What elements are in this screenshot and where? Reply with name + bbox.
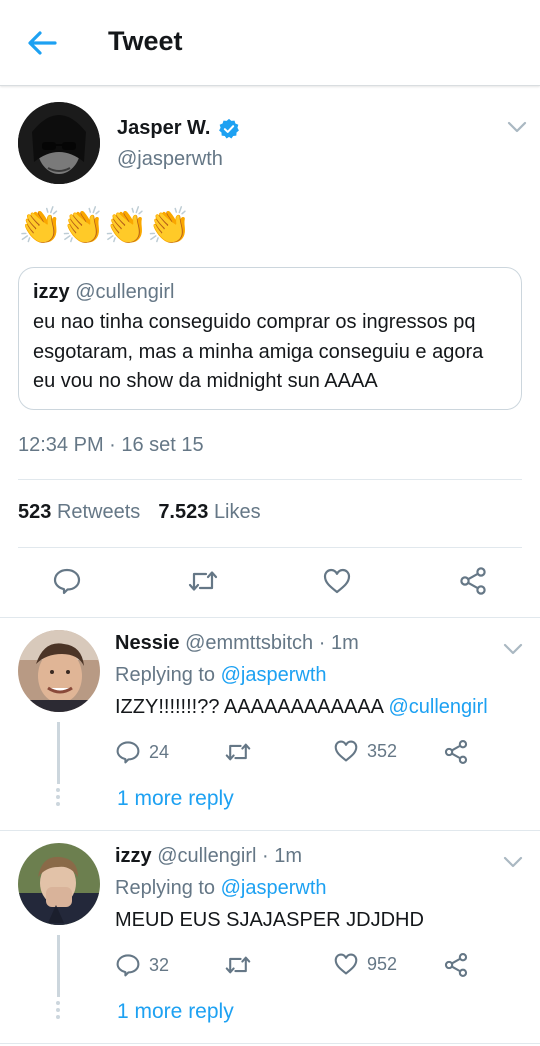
like-button[interactable]: 352 <box>333 739 397 763</box>
replying-prefix: Replying to <box>115 664 221 686</box>
reply-author-name[interactable]: izzy <box>115 845 152 867</box>
avatar[interactable] <box>18 630 100 712</box>
top-app-bar: Tweet <box>0 0 540 86</box>
divider <box>18 479 522 480</box>
reply-icon <box>53 568 81 595</box>
likes-count: 7.523 <box>158 501 209 523</box>
back-arrow-icon <box>28 31 57 55</box>
retweet-button[interactable] <box>223 739 253 765</box>
like-icon <box>334 740 358 762</box>
likes-stat[interactable]: 7.523 Likes <box>158 501 260 524</box>
share-icon <box>460 567 486 595</box>
reply-count: 32 <box>149 954 170 975</box>
share-button[interactable] <box>443 739 469 765</box>
tweet-actions <box>0 564 540 618</box>
reply-button[interactable]: 24 <box>115 739 169 765</box>
quote-author-name: izzy <box>33 281 70 303</box>
replying-to-link[interactable]: @jasperwth <box>221 664 327 686</box>
retweet-icon <box>225 743 251 761</box>
reply-header: Nessie @emmttsbitch · 1m <box>115 632 359 655</box>
retweets-count: 523 <box>18 501 52 523</box>
thread-line <box>57 935 60 997</box>
avatar[interactable] <box>18 843 100 925</box>
more-replies-link[interactable]: 1 more reply <box>117 787 234 811</box>
replying-to-link[interactable]: @jasperwth <box>221 877 327 899</box>
author-name[interactable]: Jasper W. <box>117 117 240 140</box>
like-button[interactable] <box>320 564 354 598</box>
chevron-down-icon[interactable] <box>506 120 528 134</box>
retweet-button[interactable] <box>186 564 220 598</box>
divider <box>0 1043 540 1044</box>
chevron-down-icon[interactable] <box>502 642 524 656</box>
chevron-down-icon[interactable] <box>502 855 524 869</box>
reply-header: izzy @cullengirl · 1m <box>115 845 302 868</box>
retweets-stat[interactable]: 523 Retweets <box>18 501 140 524</box>
retweets-label: Retweets <box>56 501 141 523</box>
share-button[interactable] <box>456 564 490 598</box>
page-title: Tweet <box>108 26 183 56</box>
mention-link[interactable]: @cullengirl <box>388 696 487 718</box>
likes-label: Likes <box>213 501 261 523</box>
timestamp: 12:34 PM · 16 set 15 <box>18 434 204 456</box>
quote-author-handle: @cullengirl <box>75 281 175 303</box>
reply-text: IZZY!!!!!!!?? AAAAAAAAAAAA @cullengirl <box>115 696 488 719</box>
more-replies-link[interactable]: 1 more reply <box>117 1000 234 1024</box>
thread-dots <box>56 788 61 809</box>
replying-to: Replying to @jasperwth <box>115 664 327 687</box>
reply-actions: 32 952 <box>115 952 515 982</box>
share-icon <box>444 740 468 764</box>
share-button[interactable] <box>443 952 469 978</box>
reply-button[interactable]: 32 <box>115 952 169 978</box>
replying-prefix: Replying to <box>115 877 221 899</box>
reply-icon <box>116 741 140 764</box>
reply-button[interactable] <box>50 564 84 598</box>
like-count: 352 <box>367 740 398 761</box>
retweet-icon <box>225 956 251 974</box>
share-icon <box>444 953 468 977</box>
thread-line <box>57 722 60 784</box>
verified-badge-icon <box>219 118 240 139</box>
tweet-text: 👏👏👏👏 <box>18 205 191 246</box>
reply-author-handle[interactable]: @cullengirl · 1m <box>157 845 302 867</box>
reply-icon <box>116 954 140 977</box>
retweet-icon <box>188 571 218 591</box>
like-count: 952 <box>367 953 398 974</box>
reply-author-name[interactable]: Nessie <box>115 632 180 654</box>
reply-tweet[interactable]: Nessie @emmttsbitch · 1m Replying to @ja… <box>0 618 540 830</box>
reply-text: MEUD EUS SJAJASPER JDJDHD <box>115 909 424 932</box>
back-button[interactable] <box>22 26 62 60</box>
quoted-tweet[interactable]: izzy @cullengirl eu nao tinha conseguido… <box>18 267 522 410</box>
reply-text-body: IZZY!!!!!!!?? AAAAAAAAAAAA <box>115 696 389 718</box>
reply-tweet[interactable]: izzy @cullengirl · 1m Replying to @jaspe… <box>0 831 540 1043</box>
reply-author-handle[interactable]: @emmttsbitch · 1m <box>185 632 359 654</box>
like-icon <box>323 568 351 594</box>
like-icon <box>334 953 358 975</box>
avatar[interactable] <box>18 102 100 184</box>
engagement-stats: 523 Retweets 7.523 Likes <box>18 501 261 524</box>
replying-to: Replying to @jasperwth <box>115 877 327 900</box>
divider <box>18 547 522 548</box>
reply-text-body: MEUD EUS SJAJASPER JDJDHD <box>115 909 424 931</box>
reply-actions: 24 352 <box>115 739 515 769</box>
thread-dots <box>56 1001 61 1022</box>
quote-text: eu nao tinha conseguido comprar os ingre… <box>33 311 484 392</box>
retweet-button[interactable] <box>223 952 253 978</box>
author-name-text: Jasper W. <box>117 117 211 139</box>
like-button[interactable]: 952 <box>333 952 397 976</box>
author-handle[interactable]: @jasperwth <box>117 148 223 171</box>
reply-count: 24 <box>149 741 170 762</box>
